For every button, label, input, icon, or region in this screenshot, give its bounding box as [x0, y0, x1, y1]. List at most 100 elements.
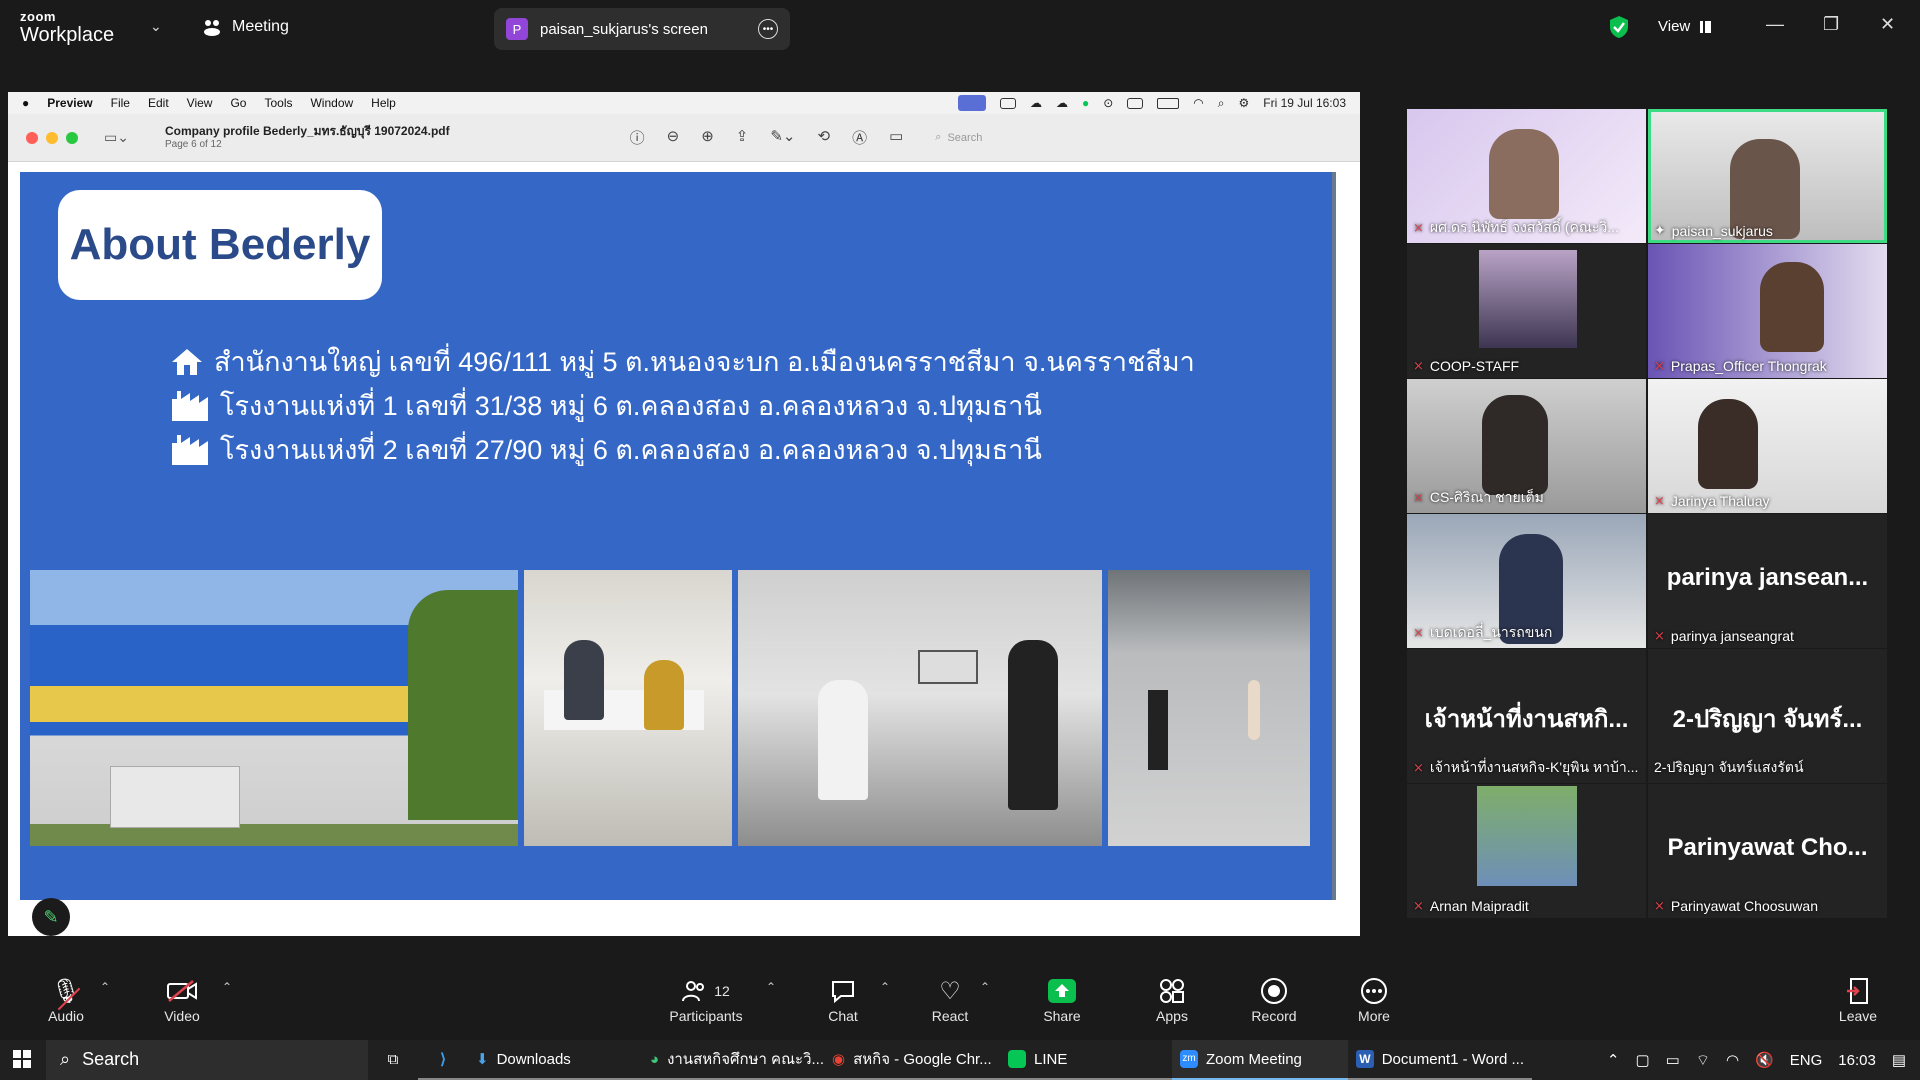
participants-options-caret-icon[interactable]: ⌃ [766, 980, 776, 994]
participant-tile[interactable]: ⨯ Arnan Maipradit [1407, 784, 1646, 918]
record-button[interactable]: Record [1250, 974, 1298, 1024]
system-tray: ⌃ ▢ ▭ ⌔ ◠ 🔇 ENG 16:03 ▤ [1607, 1051, 1920, 1070]
taskbar-downloads[interactable]: ⬇ Downloads [468, 1040, 642, 1080]
participants-button[interactable]: 12 Participants [664, 974, 748, 1024]
security-shield-icon[interactable] [1608, 15, 1630, 39]
audio-options-caret-icon[interactable]: ⌃ [100, 980, 110, 994]
menu-file[interactable]: File [111, 96, 130, 110]
share-button[interactable]: Share [1040, 974, 1084, 1024]
vscode-button[interactable]: ⟩ [418, 1040, 468, 1080]
participant-tile[interactable]: ⨯ เบดเดอลี่_นารถขนก [1407, 514, 1646, 648]
sidebar-toggle-icon[interactable]: ▭⌄ [104, 129, 129, 146]
factory-icon [172, 434, 208, 465]
more-button[interactable]: More [1354, 974, 1394, 1024]
menu-help[interactable]: Help [371, 96, 396, 110]
cloud-icon[interactable]: ☁ [1056, 96, 1068, 110]
status-icon[interactable] [999, 97, 1016, 109]
rotate-icon[interactable]: ⟲ [818, 127, 831, 148]
network-icon[interactable]: ⌔ [1696, 1051, 1710, 1070]
participant-tile[interactable]: Parinyawat Cho... ⨯ Parinyawat Choosuwan [1648, 784, 1887, 918]
participant-tile[interactable]: ⨯ Jarinya Thaluay [1648, 379, 1887, 513]
address-text-1: สำนักงานใหญ่ เลขที่ 496/111 หมู่ 5 ต.หนอ… [214, 347, 1195, 377]
form-icon[interactable]: ▭ [889, 127, 903, 148]
video-button[interactable]: Video [160, 974, 204, 1024]
zoom-out-icon[interactable]: ⊖ [667, 127, 680, 148]
mic-muted-icon: ⨯ [1654, 628, 1665, 643]
annotate-icon[interactable]: Ⓐ [852, 127, 867, 148]
spotlight-search-icon[interactable]: ⌕ [1218, 96, 1225, 111]
start-button[interactable] [0, 1040, 44, 1080]
battery-icon[interactable]: ▭ [1666, 1051, 1680, 1069]
chat-button[interactable]: Chat [823, 974, 863, 1024]
chat-options-caret-icon[interactable]: ⌃ [880, 980, 890, 994]
menu-edit[interactable]: Edit [148, 96, 169, 110]
participant-name: ⨯ Prapas_Officer Thongrak [1654, 358, 1827, 374]
preview-search-field[interactable]: ⌕ Search [927, 126, 1077, 150]
menu-window[interactable]: Window [310, 96, 353, 110]
taskbar-edge-window[interactable]: ◕ งานสหกิจศึกษา คณะวิ... [642, 1040, 824, 1080]
input-source-icon[interactable] [1127, 97, 1144, 109]
participant-tile[interactable]: 2-ปริญญา จันทร์... 2-ปริญญา จันทร์แสงรัต… [1648, 649, 1887, 783]
screen-share-indicator[interactable]: P paisan_sukjarus's screen ••• [494, 8, 790, 50]
task-view-button[interactable]: ⧉ [368, 1040, 418, 1080]
minimize-window-icon[interactable] [46, 131, 58, 144]
zoom-in-icon[interactable]: ⊕ [701, 127, 714, 148]
participant-tile[interactable]: ⨯ COOP-STAFF [1407, 244, 1646, 378]
grid-view-icon [1700, 20, 1712, 33]
meeting-controls: 🎙 Audio ⌃ Video ⌃ 12 Participants ⌃ Chat… [0, 966, 1920, 1042]
office-photo-1 [524, 570, 732, 846]
leave-button[interactable]: Leave [1836, 974, 1880, 1024]
window-controls [26, 131, 78, 144]
chevron-down-icon[interactable]: ⌄ [150, 18, 162, 35]
video-options-caret-icon[interactable]: ⌃ [222, 980, 232, 994]
taskbar-clock[interactable]: 16:03 [1838, 1052, 1876, 1069]
menu-view[interactable]: View [187, 96, 213, 110]
markup-pen-icon[interactable]: ✎⌄ [770, 127, 795, 148]
line-icon[interactable]: ● [1082, 96, 1089, 110]
apps-button[interactable]: Apps [1152, 974, 1192, 1024]
info-icon[interactable]: ⓘ [630, 127, 645, 148]
zoom-share-status-icon[interactable] [957, 95, 986, 111]
participant-tile[interactable]: ⨯ CS-ศิริณา ชายเต็ม [1407, 379, 1646, 513]
taskbar-chrome-window[interactable]: ◉ สหกิจ - Google Chr... [824, 1040, 1000, 1080]
volume-muted-icon[interactable]: 🔇 [1755, 1051, 1774, 1069]
view-label: View [1658, 18, 1691, 35]
search-placeholder: Search [947, 131, 983, 144]
wifi-icon[interactable]: ◠ [1193, 96, 1203, 110]
taskbar-word-window[interactable]: W Document1 - Word ... [1348, 1040, 1532, 1080]
zoom-window-icon[interactable] [66, 131, 78, 144]
close-icon[interactable]: ✕ [1880, 14, 1895, 35]
menu-app-name[interactable]: Preview [47, 96, 92, 110]
wifi-icon[interactable]: ◠ [1726, 1051, 1739, 1069]
taskbar-search-box[interactable]: ⌕ Search [46, 1040, 368, 1080]
participant-tile[interactable]: ⨯ Prapas_Officer Thongrak [1648, 244, 1887, 378]
participant-tile[interactable]: ⨯ ผศ.ดร.นิพัทธ์ จงสวัสดิ์ (คณะวิ... [1407, 109, 1646, 243]
annotate-pencil-icon[interactable]: ✎ [32, 898, 70, 936]
minimize-icon[interactable]: — [1766, 14, 1784, 35]
react-options-caret-icon[interactable]: ⌃ [980, 980, 990, 994]
chevron-up-icon[interactable]: ⌃ [1607, 1051, 1620, 1069]
share-icon[interactable]: ⇪ [736, 127, 749, 148]
close-window-icon[interactable] [26, 131, 38, 144]
control-center-icon[interactable]: ⚙ [1239, 96, 1250, 110]
participant-tile[interactable]: เจ้าหน้าที่งานสหกิ... ⨯ เจ้าหน้าที่งานสหก… [1407, 649, 1646, 783]
apple-icon[interactable]: ● [22, 96, 29, 110]
restore-icon[interactable]: ❐ [1823, 14, 1839, 35]
menu-go[interactable]: Go [230, 96, 246, 110]
cloud-icon[interactable]: ☁ [1030, 96, 1042, 110]
taskbar-zoom-window[interactable]: zm Zoom Meeting [1172, 1040, 1348, 1080]
menu-tools[interactable]: Tools [264, 96, 292, 110]
taskbar-line-window[interactable]: LINE [1000, 1040, 1172, 1080]
audio-button[interactable]: 🎙 Audio [44, 974, 88, 1025]
play-icon[interactable]: ⊙ [1103, 96, 1113, 110]
battery-icon[interactable] [1157, 97, 1180, 109]
meeting-info-button[interactable]: Meeting [202, 18, 289, 36]
participant-tile-active-speaker[interactable]: ✦ paisan_sukjarus [1648, 109, 1887, 243]
react-button[interactable]: ♡ React [928, 974, 972, 1025]
view-button[interactable]: View [1658, 18, 1712, 35]
participant-tile[interactable]: parinya jansean... ⨯ parinya janseangrat [1648, 514, 1887, 648]
language-indicator[interactable]: ENG [1790, 1052, 1823, 1069]
meet-now-icon[interactable]: ▢ [1635, 1051, 1649, 1069]
notifications-icon[interactable]: ▤ [1892, 1051, 1906, 1069]
more-options-icon[interactable]: ••• [758, 19, 778, 39]
